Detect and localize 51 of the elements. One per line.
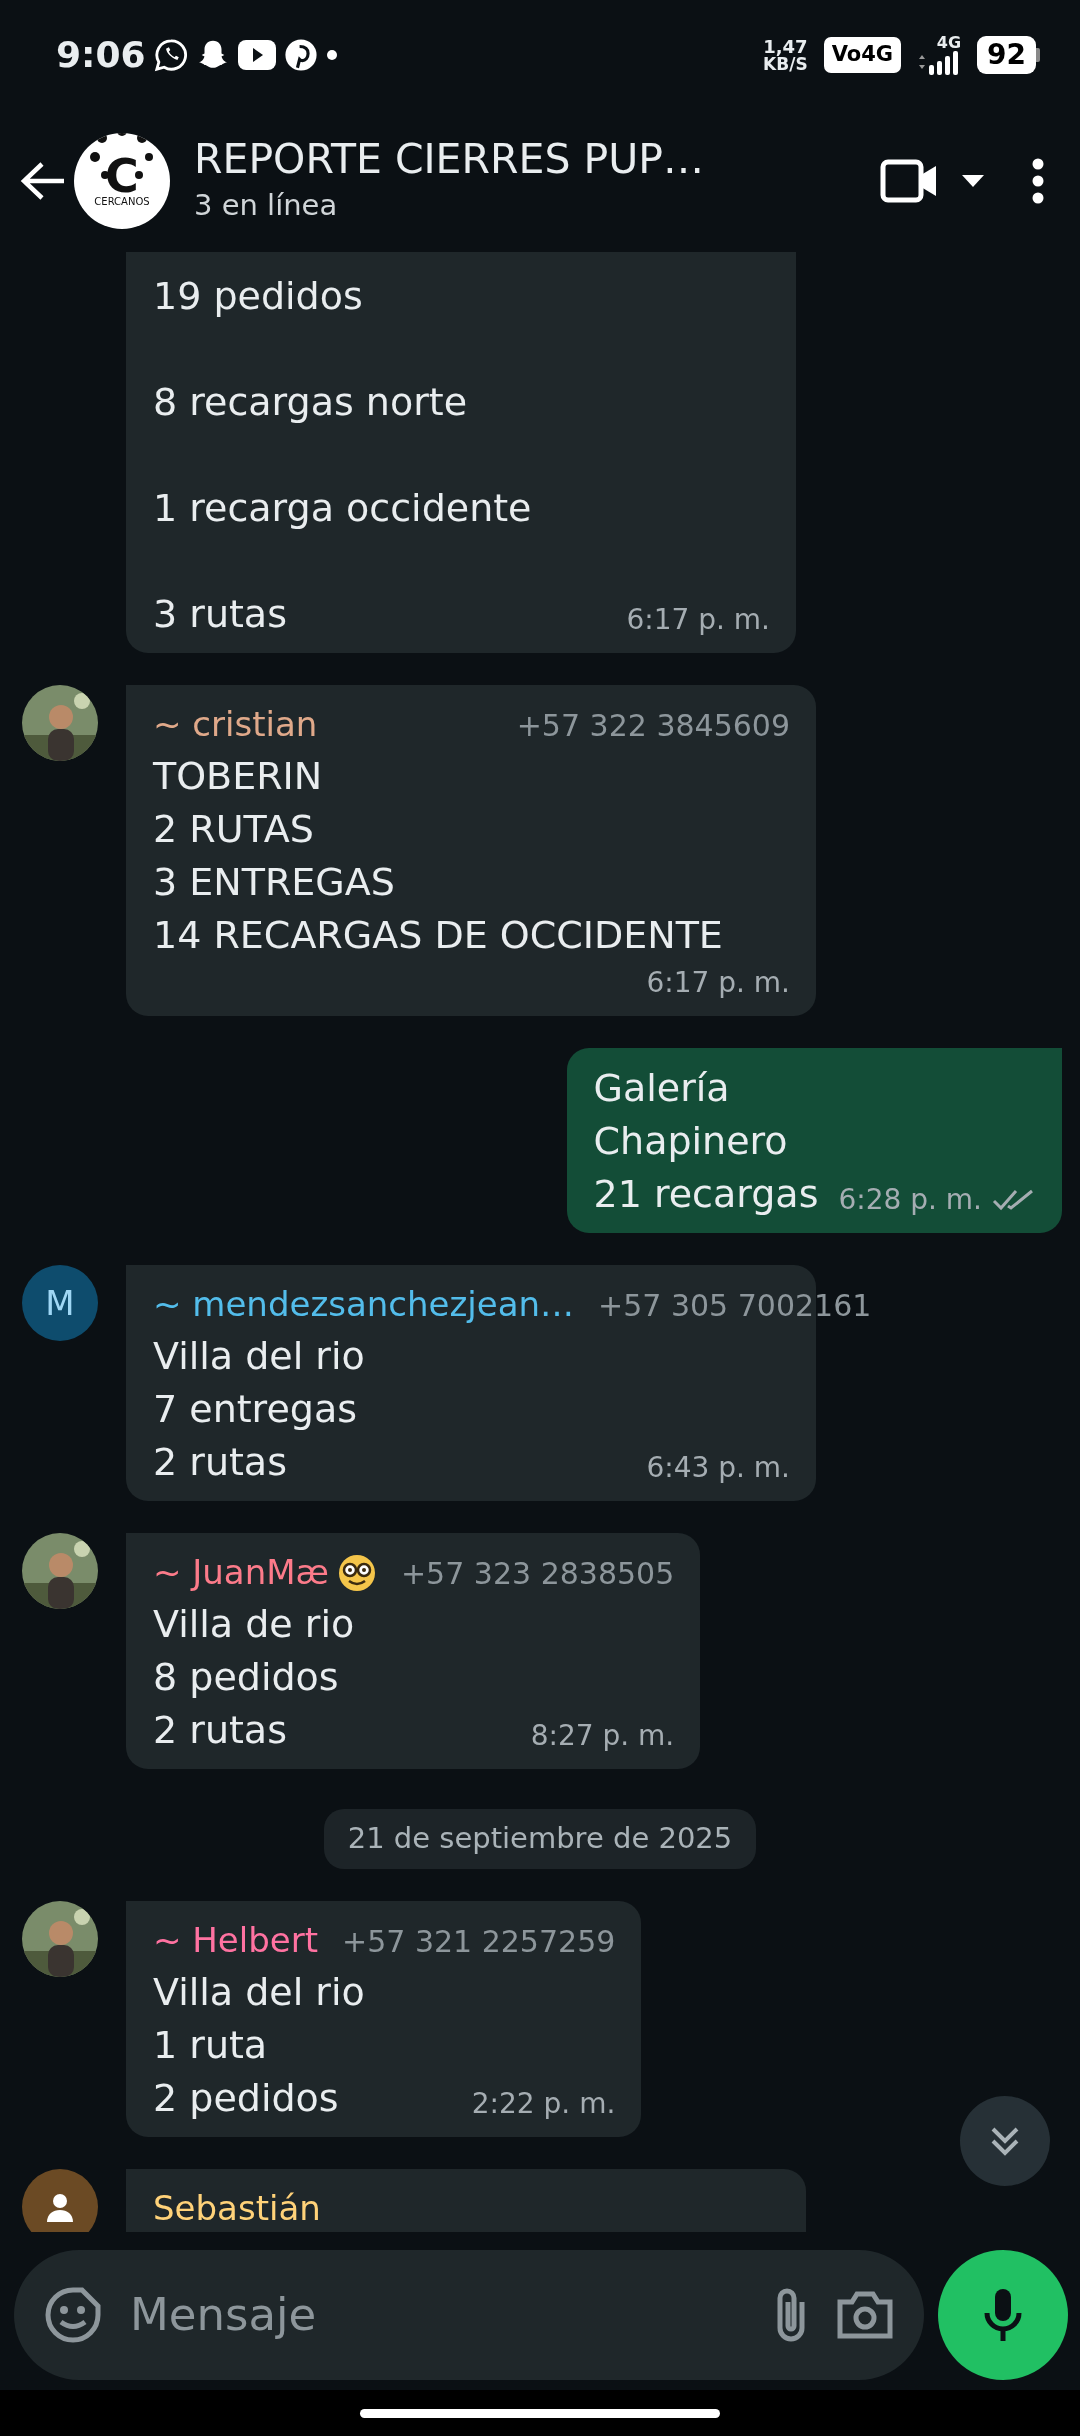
speed-unit: KB/S xyxy=(763,55,808,73)
message-time: 6:43 p. m. xyxy=(646,1450,790,1486)
logo-text: CERCANOS xyxy=(93,197,151,207)
chat-title[interactable]: REPORTE CIERRES PUP… xyxy=(194,134,704,184)
home-indicator[interactable] xyxy=(360,2408,720,2418)
video-call-button[interactable] xyxy=(880,159,984,203)
sender-name[interactable]: ~ Helbert xyxy=(153,1914,319,1966)
message-text: TOBERIN 2 RUTAS 3 ENTREGAS 14 RECARGAS DE OCCIDENTE xyxy=(153,753,723,959)
speed-value: 1,47 xyxy=(763,37,808,56)
chat-bubble-icon xyxy=(153,38,188,72)
phone-number: +57 305 7002161 xyxy=(598,1287,872,1325)
message-text: 19 pedidos 8 recargas norte 1 recarga occidente 3 rutas xyxy=(153,273,532,638)
default-avatar[interactable] xyxy=(22,2168,98,2232)
network-badge: Vo4G xyxy=(823,37,902,73)
online-status: 3 en línea xyxy=(194,186,339,224)
dot-icon xyxy=(325,49,338,61)
camera-icon xyxy=(836,2290,894,2340)
message-time: 6:17 p. m. xyxy=(646,965,790,1001)
clock: 9:06 xyxy=(56,33,146,77)
menu-button[interactable] xyxy=(1032,158,1044,204)
message-field[interactable]: Mensaje xyxy=(14,2250,924,2380)
microphone-icon xyxy=(983,2287,1023,2343)
sender-name[interactable]: ~ JuanMæ xyxy=(153,1547,329,1598)
message-time: 2:22 p. m. xyxy=(471,2085,616,2122)
video-camera-icon xyxy=(880,159,938,203)
message-text: Galería Chapinero 21 recargas xyxy=(593,1065,819,1218)
message-time: 8:27 p. m. xyxy=(530,1718,675,1754)
phone-number: +57 323 2838505 xyxy=(401,1555,675,1593)
sender-name[interactable]: Sebastián xyxy=(153,2182,321,2232)
message-text: Villa del rio 1 ruta 2 pedidos xyxy=(153,1968,365,2122)
more-options-icon xyxy=(1032,158,1044,204)
back-button[interactable] xyxy=(20,161,66,201)
avatar-initial[interactable]: M xyxy=(22,1265,98,1341)
network-type: 4G xyxy=(936,35,962,51)
play-icon xyxy=(237,40,276,70)
phone-number: +57 322 3845609 xyxy=(516,707,790,745)
message-text: Villa del rio 7 entregas 2 rutas xyxy=(153,1333,365,1486)
phone-number: +57 321 2257259 xyxy=(342,1922,616,1961)
message-input[interactable]: Mensaje xyxy=(128,2280,746,2350)
sender-name[interactable]: ~ mendezsanchezjean… xyxy=(153,1279,575,1330)
back-arrow-icon xyxy=(20,161,66,201)
sender-name[interactable]: ~ cristian xyxy=(153,699,318,750)
message-time: 6:17 p. m. xyxy=(626,602,770,638)
message-time: 6:28 p. m. xyxy=(838,1182,982,1218)
message-text: Villa de rio 8 pedidos 2 rutas xyxy=(153,1601,355,1754)
battery-level: 92 xyxy=(977,36,1036,74)
caret-icon xyxy=(962,174,984,188)
pin-icon xyxy=(283,38,318,72)
sticker-icon xyxy=(44,2286,102,2344)
person-icon xyxy=(45,2191,75,2222)
date-label: 21 de septiembre de 2025 xyxy=(323,1809,757,1869)
